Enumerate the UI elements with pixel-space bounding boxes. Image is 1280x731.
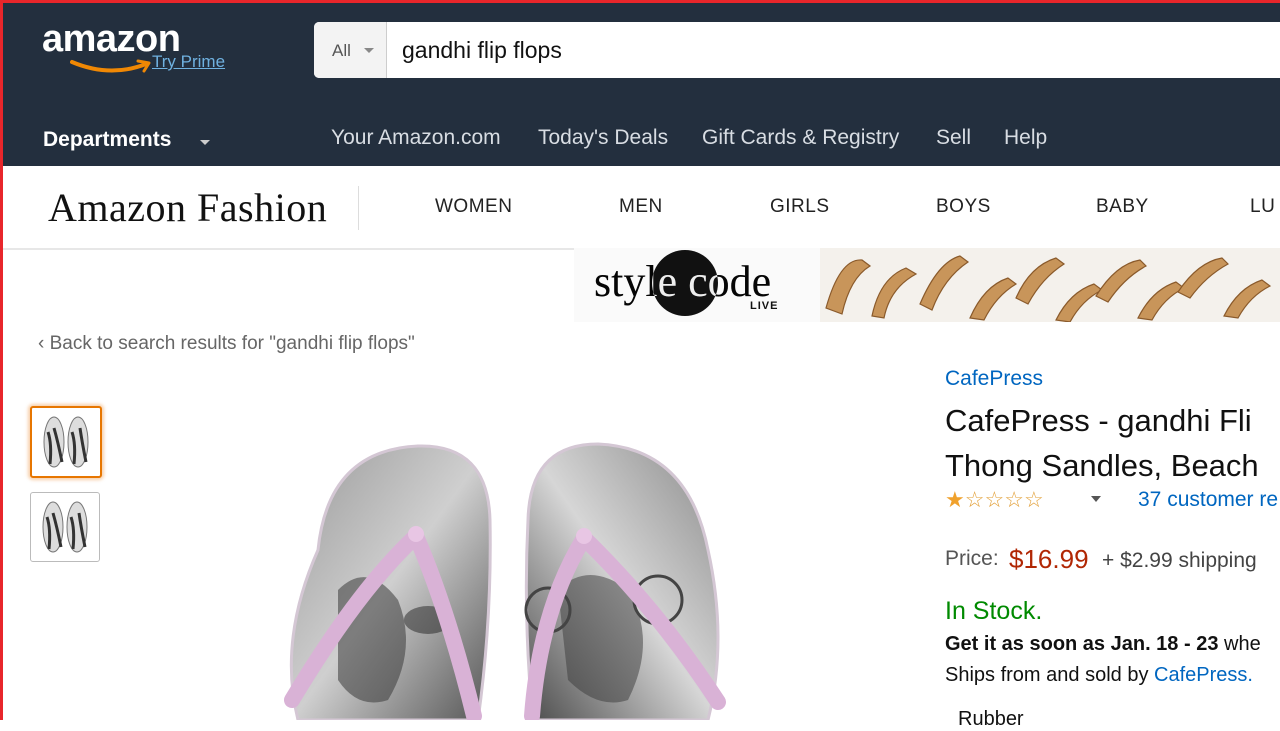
fashion-subnav: Amazon Fashion WOMEN MEN GIRLS BOYS BABY… xyxy=(0,166,1280,250)
banner-shoes-image xyxy=(820,248,1280,322)
nav-gift-cards[interactable]: Gift Cards & Registry xyxy=(702,126,899,150)
delivery-date: Get it as soon as Jan. 18 - 23 xyxy=(945,633,1219,655)
nav-todays-deals[interactable]: Today's Deals xyxy=(538,126,668,150)
product-title: CafePress - gandhi Fli Thong Sandles, Be… xyxy=(945,398,1280,488)
seller-link[interactable]: CafePress. xyxy=(1154,664,1253,686)
amazon-logo[interactable]: amazon Try Prime xyxy=(42,18,252,80)
site-header: amazon Try Prime All Departments Your Am… xyxy=(0,0,1280,166)
ships-from-label: Ships from and sold by xyxy=(945,664,1149,686)
nav-sell[interactable]: Sell xyxy=(936,126,971,150)
fashion-tab-men[interactable]: MEN xyxy=(619,196,663,218)
star-icon: ★ xyxy=(945,487,965,512)
fashion-tab-women[interactable]: WOMEN xyxy=(435,196,512,218)
star-icon: ☆ xyxy=(1004,487,1024,512)
product-main-image[interactable] xyxy=(278,440,738,720)
price-value: $16.99 xyxy=(1009,544,1089,574)
chevron-down-icon xyxy=(364,48,374,53)
promo-banner[interactable]: style code LIVE xyxy=(574,248,1280,322)
star-icon: ☆ xyxy=(984,487,1005,512)
product-title-line-2: Thong Sandles, Beach xyxy=(945,448,1259,483)
chevron-down-icon[interactable] xyxy=(1091,496,1101,502)
star-icon: ☆ xyxy=(964,487,985,512)
star-rating[interactable]: ★☆☆☆☆ xyxy=(945,487,1044,513)
star-icon: ☆ xyxy=(1023,487,1044,512)
delivery-suffix: whe xyxy=(1224,633,1261,655)
seller-info: Ships from and sold by CafePress. xyxy=(945,664,1253,687)
flip-flop-thumbnail-icon xyxy=(43,416,89,468)
fashion-tab-luggage[interactable]: LU xyxy=(1250,196,1275,218)
divider xyxy=(358,186,359,230)
thumbnail-1[interactable] xyxy=(30,406,102,478)
customer-reviews-link[interactable]: 37 customer re xyxy=(1138,488,1278,512)
nav-help[interactable]: Help xyxy=(1004,126,1047,150)
product-brand-link[interactable]: CafePress xyxy=(945,367,1043,391)
amazon-smile-icon xyxy=(70,59,151,73)
fashion-tab-boys[interactable]: BOYS xyxy=(936,196,991,218)
nav-your-amazon[interactable]: Your Amazon.com xyxy=(331,126,501,150)
thumbnail-2[interactable] xyxy=(30,492,100,562)
fashion-brand-logo[interactable]: Amazon Fashion xyxy=(48,184,327,231)
try-prime-link[interactable]: Try Prime xyxy=(152,52,225,72)
search-department-label: All xyxy=(332,41,351,60)
shipping-cost: + $2.99 shipping xyxy=(1102,549,1257,572)
chevron-down-icon xyxy=(200,140,210,145)
fashion-tab-girls[interactable]: GIRLS xyxy=(770,196,830,218)
availability-status: In Stock. xyxy=(945,597,1043,625)
delivery-estimate: Get it as soon as Jan. 18 - 23 whe xyxy=(945,633,1261,656)
back-to-results-link[interactable]: ‹ Back to search results for "gandhi fli… xyxy=(38,333,415,355)
search-department-select[interactable]: All xyxy=(314,22,387,78)
search-input[interactable] xyxy=(402,34,1262,66)
price-label: Price: xyxy=(945,547,999,570)
departments-menu[interactable]: Departments xyxy=(43,128,171,152)
banner-subtitle: LIVE xyxy=(750,300,779,312)
banner-title: style code xyxy=(594,257,772,306)
fashion-tab-baby[interactable]: BABY xyxy=(1096,196,1149,218)
flip-flop-thumbnail-icon xyxy=(42,501,88,553)
search-bar: All xyxy=(314,22,1280,78)
product-title-line-1: CafePress - gandhi Fli xyxy=(945,403,1252,438)
